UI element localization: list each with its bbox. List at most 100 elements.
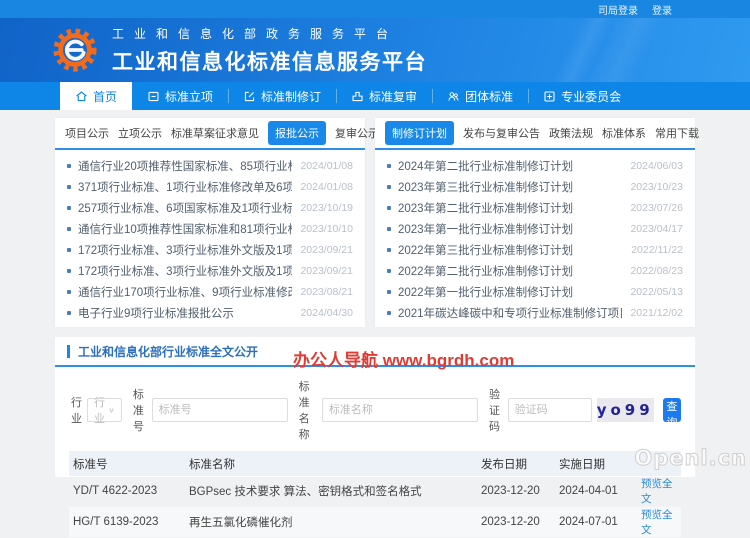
list-item[interactable]: 2022年第二批行业标准制修订计划2022/08/23 [387, 260, 683, 281]
item-date: 2023/09/21 [300, 265, 353, 277]
bullet-icon [67, 185, 71, 189]
fulltext-section: 工业和信息化部行业标准全文公开 办公人导航 www.bgrdh.com 行业 行… [55, 337, 695, 477]
nav-item-review[interactable]: 标准复审 [336, 82, 432, 110]
item-date: 2022/11/22 [631, 244, 683, 256]
bullet-icon [67, 206, 71, 210]
preview-fulltext-link[interactable]: 预览全文 [641, 509, 673, 536]
tab-publish-review-notice[interactable]: 发布与复审公告 [463, 125, 540, 141]
tab-draft-comments[interactable]: 标准草案征求意见 [171, 125, 259, 141]
list-item[interactable]: 2021年碳达峰碳中和专项行业标准制修订项目计划2021/12/02 [387, 302, 683, 323]
col-pub-date: 发布日期 [477, 451, 555, 476]
list-item[interactable]: 通信行业10项推荐性国家标准和81项行业标准报批公...2023/10/10 [67, 218, 353, 239]
item-date: 2023/08/21 [300, 286, 353, 298]
item-date: 2024/06/03 [630, 160, 683, 172]
col-std-no: 标准号 [69, 451, 185, 476]
plus-square-icon [543, 90, 556, 103]
item-title: 257项行业标准、6项国家标准及1项行业标准样品报... [78, 200, 292, 216]
tab-revision-plan[interactable]: 制修订计划 [385, 121, 454, 145]
page-title: 工业和信息化标准信息服务平台 [112, 46, 427, 76]
search-form: 行业 行业 ∨ 标准号 标准名称 验证码 yo99 查询 [55, 367, 695, 451]
list-item[interactable]: 电子行业9项行业标准报批公示2024/04/30 [67, 302, 353, 323]
list-item[interactable]: 257项行业标准、6项国家标准及1项行业标准样品报... 2023/10/19 [67, 197, 353, 218]
bullet-icon [67, 164, 71, 168]
cell-impl-date: 2024-04-01 [555, 476, 637, 507]
list-item[interactable]: 通信行业170项行业标准、9项行业标准修改单和25...2023/08/21 [67, 281, 353, 302]
nav-item-revision[interactable]: 标准制修订 [228, 82, 336, 110]
home-icon [75, 90, 88, 103]
bullet-icon [387, 248, 391, 252]
site-header: 工业和信息化部政务服务平台 工业和信息化标准信息服务平台 [0, 18, 750, 82]
industry-select[interactable]: 行业 ∨ [87, 398, 122, 422]
bullet-icon [67, 290, 71, 294]
table-row: YD/T 4622-2023 BGPsec 技术要求 算法、密钥格式和签名格式 … [69, 476, 681, 507]
people-icon [447, 90, 460, 103]
item-title: 2022年第一批行业标准制修订计划 [398, 284, 622, 300]
col-std-name: 标准名称 [185, 451, 477, 476]
header-subtitle: 工业和信息化部政务服务平台 [112, 25, 427, 42]
login-link[interactable]: 登录 [652, 2, 672, 17]
tab-project-publicity[interactable]: 项目公示 [65, 125, 109, 141]
bullet-icon [387, 164, 391, 168]
col-actions [637, 451, 681, 476]
captcha-input[interactable] [508, 398, 592, 422]
list-item[interactable]: 2023年第二批行业标准制修订计划2023/07/26 [387, 197, 683, 218]
nav-item-committee[interactable]: 专业委员会 [528, 82, 636, 110]
item-date: 2023/10/23 [630, 181, 683, 193]
cell-std-no: HG/T 6139-2023 [69, 507, 185, 538]
item-date: 2023/10/19 [300, 202, 353, 214]
tab-policies[interactable]: 政策法规 [549, 125, 593, 141]
nav-item-group[interactable]: 团体标准 [432, 82, 528, 110]
bullet-icon [387, 311, 391, 315]
tab-approval-publicity[interactable]: 立项公示 [118, 125, 162, 141]
table-row: HG/T 6139-2023 再生五氯化磷催化剂 2023-12-20 2024… [69, 507, 681, 538]
list-item[interactable]: 2024年第二批行业标准制修订计划 2024/06/03 [387, 155, 683, 176]
item-title: 2022年第三批行业标准制修订计划 [398, 242, 623, 258]
right-announcement-panel: 制修订计划 发布与复审公告 政策法规 标准体系 常用下载 2024年第二批行业标… [375, 118, 695, 327]
nav-item-project[interactable]: 标准立项 [132, 82, 228, 110]
item-title: 172项行业标准、3项行业标准外文版及1项行业标准... [78, 242, 292, 258]
std-name-input[interactable] [322, 398, 478, 422]
search-button[interactable]: 查询 [663, 398, 681, 422]
right-panel-tabs: 制修订计划 发布与复审公告 政策法规 标准体系 常用下载 [375, 118, 695, 150]
item-title: 2023年第三批行业标准制修订计划 [398, 179, 622, 195]
item-title: 2024年第二批行业标准制修订计划 [398, 158, 622, 174]
main-nav: 首页 标准立项 标准制修订 标准复审 团体标准 专业委员会 [0, 82, 750, 110]
bullet-icon [67, 311, 71, 315]
captcha-image[interactable]: yo99 [597, 398, 654, 422]
nav-label: 标准制修订 [261, 88, 321, 105]
list-item[interactable]: 371项行业标准、1项行业标准修改单及6项行业标准... 2024/01/08 [67, 176, 353, 197]
item-date: 2023/09/21 [300, 244, 353, 256]
item-date: 2024/01/08 [300, 160, 353, 172]
tab-standard-system[interactable]: 标准体系 [602, 125, 646, 141]
item-title: 2023年第一批行业标准制修订计划 [398, 221, 622, 237]
tab-submission-publicity[interactable]: 报批公示 [268, 121, 326, 145]
item-date: 2023/07/26 [630, 202, 683, 214]
list-item[interactable]: 2022年第三批行业标准制修订计划 2022/11/22 [387, 239, 683, 260]
item-date: 2024/01/08 [300, 181, 353, 193]
col-impl-date: 实施日期 [555, 451, 637, 476]
item-title: 172项行业标准、3项行业标准外文版及1项行业标准... [78, 263, 292, 279]
std-no-input[interactable] [152, 398, 288, 422]
bullet-icon [387, 290, 391, 294]
list-item[interactable]: 2022年第一批行业标准制修订计划2022/05/13 [387, 281, 683, 302]
list-item[interactable]: 2023年第三批行业标准制修订计划 2023/10/23 [387, 176, 683, 197]
tab-review-publicity[interactable]: 复审公示 [335, 125, 379, 141]
cell-std-name: 再生五氯化磷催化剂 [185, 507, 477, 538]
list-item[interactable]: 172项行业标准、3项行业标准外文版及1项行业标准... 2023/09/21 [67, 260, 353, 281]
dept-login-link[interactable]: 司局登录 [598, 2, 638, 17]
stamp-icon [351, 90, 364, 103]
item-date: 2023/04/17 [630, 223, 683, 235]
industry-select-value: 行业 [94, 394, 108, 426]
item-title: 371项行业标准、1项行业标准修改单及6项行业标准... [78, 179, 292, 195]
tab-downloads[interactable]: 常用下载 [655, 125, 699, 141]
edit-icon [243, 90, 256, 103]
preview-fulltext-link[interactable]: 预览全文 [641, 478, 673, 505]
list-item[interactable]: 172项行业标准、3项行业标准外文版及1项行业标准... 2023/09/21 [67, 239, 353, 260]
section-title: 工业和信息化部行业标准全文公开 [78, 343, 258, 360]
list-item[interactable]: 2023年第一批行业标准制修订计划 2023/04/17 [387, 218, 683, 239]
cell-pub-date: 2023-12-20 [477, 507, 555, 538]
left-panel-tabs: 项目公示 立项公示 标准草案征求意见 报批公示 复审公示 [55, 118, 365, 150]
list-item[interactable]: 通信行业20项推荐性国家标准、85项行业标准和2项... 2024/01/08 [67, 155, 353, 176]
item-title: 通信行业20项推荐性国家标准、85项行业标准和2项... [78, 158, 292, 174]
nav-item-home[interactable]: 首页 [60, 82, 132, 110]
